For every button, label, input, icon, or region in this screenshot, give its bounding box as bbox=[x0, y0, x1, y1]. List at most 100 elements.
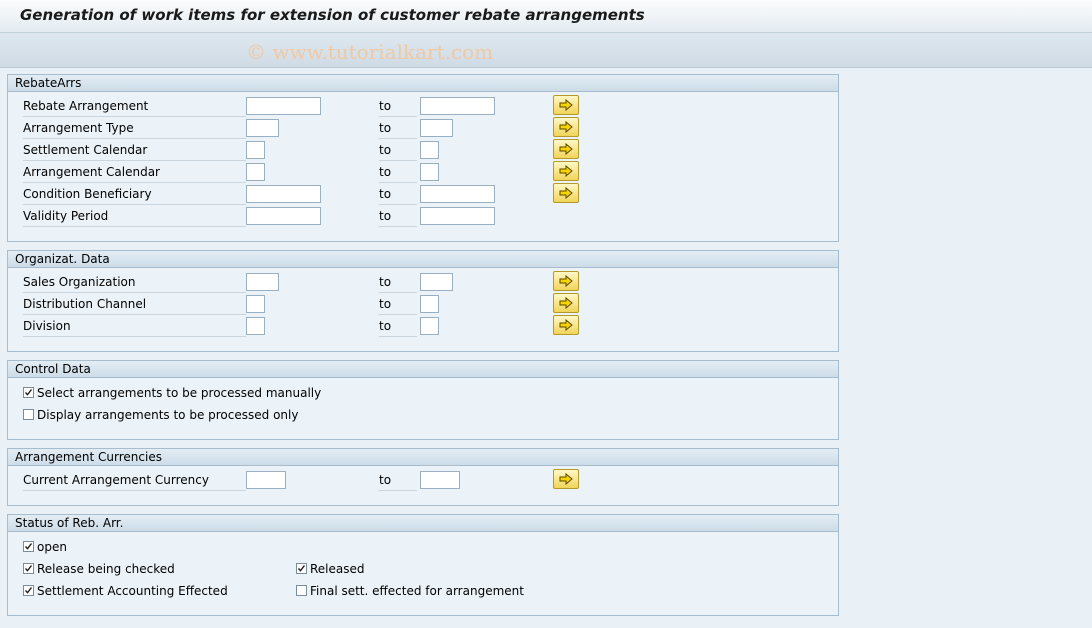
group-rebate-arrs: RebateArrs Rebate Arrangement to Arrange… bbox=[7, 74, 839, 242]
group-control-data: Control Data Select arrangements to be p… bbox=[7, 360, 839, 440]
multiple-selection-button[interactable] bbox=[553, 271, 579, 291]
range-to-label: to bbox=[379, 97, 417, 117]
arrangement-type-from-input[interactable] bbox=[246, 119, 279, 137]
arrangement-type-to-input[interactable] bbox=[420, 119, 453, 137]
distribution-channel-to-input[interactable] bbox=[420, 295, 439, 313]
field-label: Current Arrangement Currency bbox=[23, 471, 246, 491]
distribution-channel-from-input[interactable] bbox=[246, 295, 265, 313]
range-to-label: to bbox=[379, 207, 417, 227]
checkmark-icon bbox=[24, 543, 33, 550]
group-arrangement-currencies: Arrangement Currencies Current Arrangeme… bbox=[7, 448, 839, 506]
group-title: RebateArrs bbox=[8, 75, 838, 92]
checkbox-label: Release being checked bbox=[37, 562, 175, 576]
division-to-input[interactable] bbox=[420, 317, 439, 335]
field-row-validity-period: Validity Period to bbox=[8, 207, 838, 229]
range-to-label: to bbox=[379, 141, 417, 161]
range-to-label: to bbox=[379, 317, 417, 337]
range-to-label: to bbox=[379, 471, 417, 491]
arrangement-calendar-from-input[interactable] bbox=[246, 163, 265, 181]
checkmark-icon bbox=[297, 565, 306, 572]
multiple-selection-button[interactable] bbox=[553, 315, 579, 335]
field-label: Condition Beneficiary bbox=[23, 185, 246, 205]
checkbox-box[interactable] bbox=[296, 585, 307, 596]
application-toolbar: © www.tutorialkart.com bbox=[0, 33, 1092, 68]
status-settlement-effected-checkbox[interactable]: Settlement Accounting Effected bbox=[23, 582, 228, 600]
group-title: Status of Reb. Arr. bbox=[8, 515, 838, 532]
condition-beneficiary-from-input[interactable] bbox=[246, 185, 321, 203]
rebate-arrangement-from-input[interactable] bbox=[246, 97, 321, 115]
multiple-selection-button[interactable] bbox=[553, 293, 579, 313]
arrow-right-icon bbox=[559, 319, 573, 331]
status-release-checked-checkbox[interactable]: Release being checked bbox=[23, 560, 175, 578]
display-only-checkbox[interactable]: Display arrangements to be processed onl… bbox=[23, 406, 298, 424]
checkbox-label: Final sett. effected for arrangement bbox=[310, 584, 524, 598]
group-title: Control Data bbox=[8, 361, 838, 378]
checkbox-box[interactable] bbox=[23, 387, 34, 398]
field-row-rebate-arrangement: Rebate Arrangement to bbox=[8, 95, 838, 119]
settlement-calendar-to-input[interactable] bbox=[420, 141, 439, 159]
multiple-selection-button[interactable] bbox=[553, 95, 579, 115]
arrow-right-icon bbox=[559, 297, 573, 309]
multiple-selection-button[interactable] bbox=[553, 183, 579, 203]
multiple-selection-button[interactable] bbox=[553, 117, 579, 137]
checkbox-label: open bbox=[37, 540, 67, 554]
checkmark-icon bbox=[24, 587, 33, 594]
field-label: Division bbox=[23, 317, 246, 337]
group-status: Status of Reb. Arr. open Release being c… bbox=[7, 514, 839, 616]
field-row-arrangement-type: Arrangement Type to bbox=[8, 117, 838, 141]
sales-organization-to-input[interactable] bbox=[420, 273, 453, 291]
division-from-input[interactable] bbox=[246, 317, 265, 335]
checkmark-icon bbox=[24, 389, 33, 396]
field-row-current-arrangement-currency: Current Arrangement Currency to bbox=[8, 469, 838, 493]
status-open-checkbox[interactable]: open bbox=[23, 538, 67, 556]
checkbox-label: Released bbox=[310, 562, 365, 576]
checkmark-icon bbox=[24, 565, 33, 572]
field-row-settlement-calendar: Settlement Calendar to bbox=[8, 139, 838, 163]
group-title: Organizat. Data bbox=[8, 251, 838, 268]
field-label: Sales Organization bbox=[23, 273, 246, 293]
arrow-right-icon bbox=[559, 99, 573, 111]
currency-from-input[interactable] bbox=[246, 471, 286, 489]
validity-period-from-input[interactable] bbox=[246, 207, 321, 225]
range-to-label: to bbox=[379, 273, 417, 293]
condition-beneficiary-to-input[interactable] bbox=[420, 185, 495, 203]
field-label: Arrangement Calendar bbox=[23, 163, 246, 183]
multiple-selection-button[interactable] bbox=[553, 161, 579, 181]
arrow-right-icon bbox=[559, 121, 573, 133]
settlement-calendar-from-input[interactable] bbox=[246, 141, 265, 159]
field-row-distribution-channel: Distribution Channel to bbox=[8, 293, 838, 317]
arrow-right-icon bbox=[559, 275, 573, 287]
arrow-right-icon bbox=[559, 187, 573, 199]
arrow-right-icon bbox=[559, 165, 573, 177]
group-title: Arrangement Currencies bbox=[8, 449, 838, 466]
checkbox-box[interactable] bbox=[23, 409, 34, 420]
multiple-selection-button[interactable] bbox=[553, 469, 579, 489]
rebate-arrangement-to-input[interactable] bbox=[420, 97, 495, 115]
arrangement-calendar-to-input[interactable] bbox=[420, 163, 439, 181]
sales-organization-from-input[interactable] bbox=[246, 273, 279, 291]
field-label: Settlement Calendar bbox=[23, 141, 246, 161]
checkbox-box[interactable] bbox=[23, 541, 34, 552]
field-label: Rebate Arrangement bbox=[23, 97, 246, 117]
checkbox-box[interactable] bbox=[296, 563, 307, 574]
status-released-checkbox[interactable]: Released bbox=[296, 560, 365, 578]
field-label: Validity Period bbox=[23, 207, 246, 227]
field-row-division: Division to bbox=[8, 315, 838, 339]
select-manually-checkbox[interactable]: Select arrangements to be processed manu… bbox=[23, 384, 321, 402]
range-to-label: to bbox=[379, 119, 417, 139]
arrow-right-icon bbox=[559, 143, 573, 155]
range-to-label: to bbox=[379, 163, 417, 183]
title-bar: Generation of work items for extension o… bbox=[0, 0, 1092, 33]
currency-to-input[interactable] bbox=[420, 471, 460, 489]
field-label: Arrangement Type bbox=[23, 119, 246, 139]
checkbox-label: Settlement Accounting Effected bbox=[37, 584, 228, 598]
multiple-selection-button[interactable] bbox=[553, 139, 579, 159]
arrow-right-icon bbox=[559, 473, 573, 485]
field-label: Distribution Channel bbox=[23, 295, 246, 315]
validity-period-to-input[interactable] bbox=[420, 207, 495, 225]
group-organizational-data: Organizat. Data Sales Organization to Di… bbox=[7, 250, 839, 352]
status-final-settlement-checkbox[interactable]: Final sett. effected for arrangement bbox=[296, 582, 524, 600]
checkbox-box[interactable] bbox=[23, 585, 34, 596]
checkbox-box[interactable] bbox=[23, 563, 34, 574]
range-to-label: to bbox=[379, 295, 417, 315]
